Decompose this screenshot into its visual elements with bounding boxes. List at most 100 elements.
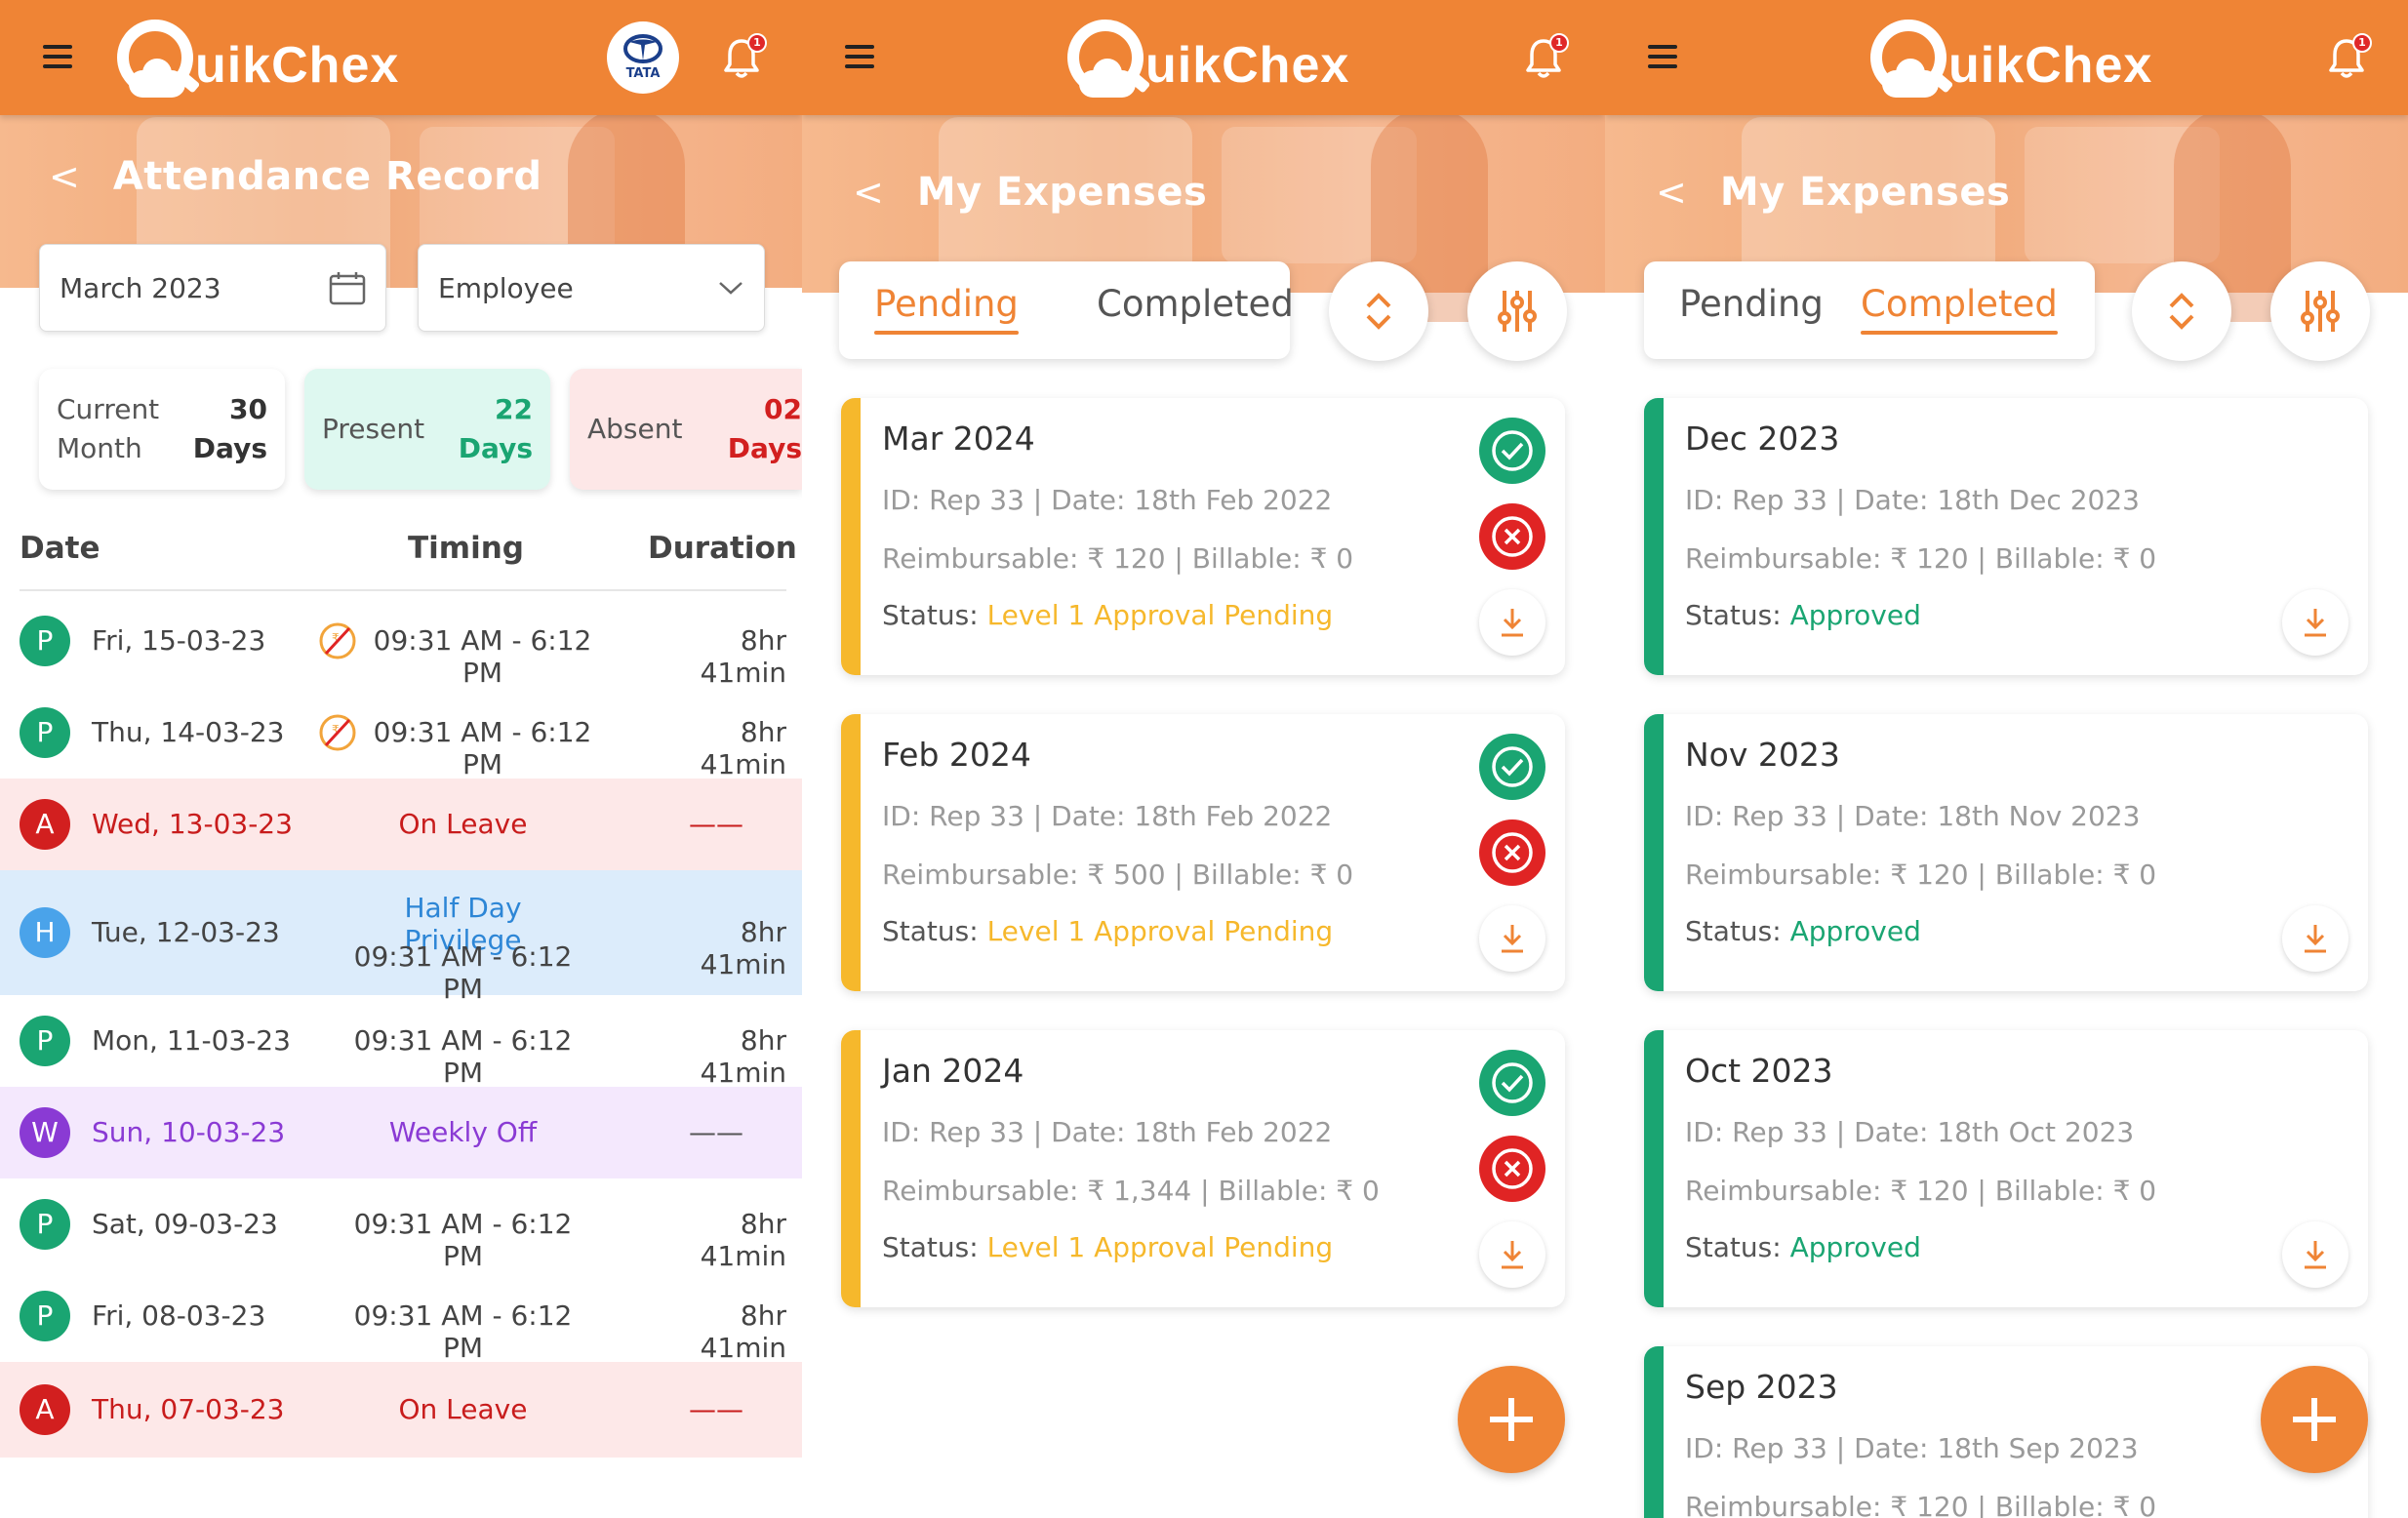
expense-card[interactable]: Nov 2023 ID: Rep 33 | Date: 18th Nov 202… bbox=[1644, 714, 2368, 991]
check-circle-icon bbox=[1492, 430, 1533, 471]
expense-card[interactable]: Sep 2023 ID: Rep 33 | Date: 18th Sep 202… bbox=[1644, 1346, 2368, 1518]
table-row[interactable]: H Tue, 12-03-23 Half Day Privilege 09:31… bbox=[0, 870, 802, 1005]
menu-icon[interactable] bbox=[43, 45, 72, 68]
table-row[interactable]: P Fri, 15-03-23 ₹ 09:31 AM - 6:12 PM 8hr… bbox=[0, 595, 802, 689]
tab-completed[interactable]: Completed bbox=[1097, 283, 1294, 325]
tab-completed[interactable]: Completed bbox=[1861, 283, 2058, 335]
tab-pending[interactable]: Pending bbox=[874, 283, 1019, 335]
download-button[interactable] bbox=[2282, 1221, 2348, 1288]
expenses-completed-screen: uikChex 1 < My Expenses Pending Complete… bbox=[1605, 0, 2408, 1518]
app-logo: uikChex bbox=[1866, 16, 2152, 103]
status-badge: H bbox=[20, 907, 70, 958]
page-title: Attendance Record bbox=[112, 154, 542, 199]
expense-id-date: ID: Rep 33 | Date: 18th Feb 2022 bbox=[882, 484, 1333, 516]
expense-month: Feb 2024 bbox=[882, 736, 1031, 774]
calendar-icon bbox=[329, 272, 366, 305]
back-arrow-icon[interactable]: < bbox=[49, 155, 80, 198]
expense-card[interactable]: Dec 2023 ID: Rep 33 | Date: 18th Dec 202… bbox=[1644, 398, 2368, 675]
add-expense-button[interactable] bbox=[1458, 1366, 1565, 1473]
back-arrow-icon[interactable]: < bbox=[853, 171, 884, 214]
status-value: Approved bbox=[1789, 1231, 1921, 1263]
download-icon bbox=[1502, 1241, 1523, 1269]
expense-card[interactable]: Jan 2024 ID: Rep 33 | Date: 18th Feb 202… bbox=[841, 1030, 1565, 1307]
table-row[interactable]: P Fri, 08-03-23 09:31 AM - 6:12 PM 8hr 4… bbox=[0, 1270, 802, 1364]
status-value: Level 1 Approval Pending bbox=[986, 599, 1334, 631]
expense-card[interactable]: Feb 2024 ID: Rep 33 | Date: 18th Feb 202… bbox=[841, 714, 1565, 991]
summary-current-month: Current Month 30 Days bbox=[39, 369, 285, 490]
expense-id-date: ID: Rep 33 | Date: 18th Dec 2023 bbox=[1685, 484, 2140, 516]
org-logo[interactable]: TATA bbox=[607, 21, 679, 94]
download-button[interactable] bbox=[2282, 589, 2348, 656]
expense-month: Sep 2023 bbox=[1685, 1368, 1838, 1406]
download-icon bbox=[1502, 609, 1523, 637]
row-date: Fri, 15-03-23 bbox=[92, 624, 266, 657]
approve-button[interactable] bbox=[1479, 734, 1545, 800]
column-header-duration: Duration bbox=[648, 531, 797, 566]
row-timing: On Leave bbox=[398, 808, 528, 840]
table-row[interactable]: A Thu, 07-03-23 On Leave —— bbox=[0, 1362, 802, 1458]
expense-month: Jan 2024 bbox=[882, 1052, 1024, 1090]
download-button[interactable] bbox=[1479, 905, 1545, 972]
row-duration: 8hr 41min bbox=[700, 716, 786, 780]
logo-text: uikChex bbox=[1948, 37, 2153, 94]
tab-bar: Pending Completed bbox=[1644, 261, 2095, 359]
summary-absent: Absent 02 Days bbox=[570, 369, 802, 490]
overtime-clock-icon: ₹ bbox=[319, 714, 356, 751]
status-value: Level 1 Approval Pending bbox=[986, 1231, 1334, 1263]
notification-bell-icon[interactable]: 1 bbox=[722, 33, 767, 80]
row-date: Thu, 14-03-23 bbox=[92, 716, 285, 748]
month-picker[interactable]: March 2023 bbox=[39, 244, 386, 332]
row-timing: 09:31 AM - 6:12 PM bbox=[353, 1208, 573, 1272]
status-badge: P bbox=[20, 616, 70, 666]
menu-icon[interactable] bbox=[845, 45, 874, 68]
table-row[interactable]: A Wed, 13-03-23 On Leave —— bbox=[0, 779, 802, 870]
back-arrow-icon[interactable]: < bbox=[1656, 171, 1687, 214]
row-duration: 8hr 41min bbox=[700, 916, 786, 980]
notification-bell-icon[interactable]: 1 bbox=[2327, 33, 2372, 80]
filter-button[interactable] bbox=[2270, 261, 2370, 361]
row-duration: 8hr 41min bbox=[700, 624, 786, 689]
table-row[interactable]: P Sat, 09-03-23 09:31 AM - 6:12 PM 8hr 4… bbox=[0, 1178, 802, 1272]
row-date: Fri, 08-03-23 bbox=[92, 1299, 266, 1332]
expense-card[interactable]: Mar 2024 ID: Rep 33 | Date: 18th Feb 202… bbox=[841, 398, 1565, 675]
row-timing: On Leave bbox=[398, 1393, 528, 1425]
tab-pending[interactable]: Pending bbox=[1679, 283, 1824, 325]
app-bar: uikChex 1 bbox=[802, 0, 1605, 115]
employee-select[interactable]: Employee bbox=[418, 244, 765, 332]
close-circle-icon bbox=[1492, 516, 1533, 557]
title-row: < My Expenses bbox=[1656, 170, 2010, 215]
expense-month: Mar 2024 bbox=[882, 419, 1035, 458]
add-expense-button[interactable] bbox=[2261, 1366, 2368, 1473]
plus-icon bbox=[1490, 1398, 1533, 1441]
summary-value: 22 bbox=[495, 393, 533, 425]
row-date: Wed, 13-03-23 bbox=[92, 808, 293, 840]
table-row[interactable]: P Thu, 14-03-23 ₹ 09:31 AM - 6:12 PM 8hr… bbox=[0, 687, 802, 780]
expense-card[interactable]: Oct 2023 ID: Rep 33 | Date: 18th Oct 202… bbox=[1644, 1030, 2368, 1307]
column-header-date: Date bbox=[20, 531, 100, 566]
approve-button[interactable] bbox=[1479, 1050, 1545, 1116]
filter-button[interactable] bbox=[1467, 261, 1567, 361]
table-row[interactable]: P Mon, 11-03-23 09:31 AM - 6:12 PM 8hr 4… bbox=[0, 995, 802, 1089]
download-button[interactable] bbox=[1479, 1221, 1545, 1288]
reject-button[interactable] bbox=[1479, 819, 1545, 886]
expense-amounts: Reimbursable: ₹ 120 | Billable: ₹ 0 bbox=[1685, 542, 2157, 575]
approve-button[interactable] bbox=[1479, 418, 1545, 484]
table-row[interactable]: W Sun, 10-03-23 Weekly Off —— bbox=[0, 1087, 802, 1178]
status-label: Status: bbox=[1685, 915, 1782, 947]
menu-icon[interactable] bbox=[1648, 45, 1677, 68]
summary-present: Present 22 Days bbox=[304, 369, 550, 490]
row-date: Mon, 11-03-23 bbox=[92, 1024, 291, 1057]
download-button[interactable] bbox=[2282, 905, 2348, 972]
sort-button[interactable] bbox=[1329, 261, 1428, 361]
title-row: < My Expenses bbox=[853, 170, 1207, 215]
sort-button[interactable] bbox=[2132, 261, 2231, 361]
download-icon bbox=[2305, 609, 2326, 637]
download-button[interactable] bbox=[1479, 589, 1545, 656]
reject-button[interactable] bbox=[1479, 1136, 1545, 1202]
row-timing: 09:31 AM - 6:12 PM bbox=[353, 1024, 573, 1089]
page-title: My Expenses bbox=[916, 170, 1208, 215]
notification-badge: 1 bbox=[747, 33, 767, 53]
close-circle-icon bbox=[1492, 832, 1533, 873]
notification-bell-icon[interactable]: 1 bbox=[1524, 33, 1569, 80]
reject-button[interactable] bbox=[1479, 503, 1545, 570]
